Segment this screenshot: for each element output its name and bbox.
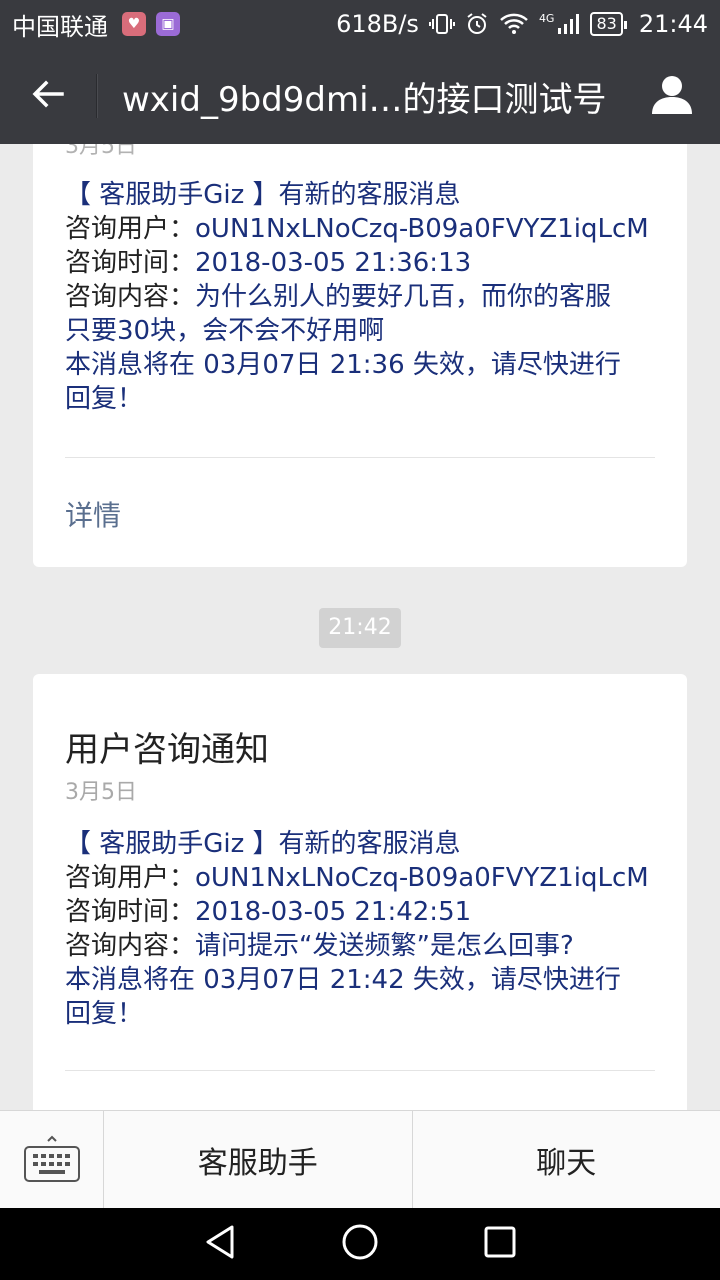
detail-link[interactable]: 详情 (65, 494, 121, 534)
battery-indicator: 83 (590, 12, 628, 36)
content-row: 咨询内容：为什么别人的要好几百，而你的客服 (65, 280, 665, 314)
message-headline: 【 客服助手Giz 】有新的客服消息 (65, 829, 461, 859)
template-message-card[interactable]: 用户咨询通知 3月5日 【 客服助手Giz 】有新的客服消息 咨询用户：oUN1… (33, 674, 687, 1110)
nav-recent-button[interactable] (470, 1214, 530, 1274)
time-value: 2018-03-05 21:42:51 (195, 897, 472, 927)
nav-back-button[interactable] (190, 1214, 250, 1274)
chat-title: wxid_9bd9dmi…的接口测试号 (122, 79, 607, 120)
nav-home-button[interactable] (330, 1214, 390, 1274)
time-label: 咨询时间： (65, 897, 196, 927)
template-message-card[interactable]: 3月5日 【 客服助手Giz 】有新的客服消息 咨询用户：oUN1NxLNoCz… (33, 144, 687, 567)
card-date: 3月5日 (65, 144, 137, 159)
user-value: oUN1NxLNoCzq-B09a0FVYZ1iqLcM (195, 214, 649, 244)
chat-header: wxid_9bd9dmi…的接口测试号 (0, 48, 720, 144)
time-row: 咨询时间：2018-03-05 21:36:13 (65, 246, 665, 280)
triangle-back-icon (202, 1224, 238, 1264)
network-type: 4G (538, 12, 555, 25)
vibrate-icon (428, 12, 455, 36)
square-recent-icon (483, 1225, 517, 1263)
expire-notice: 本消息将在 03月07日 21:42 失效，请尽快进行 (65, 965, 621, 995)
message-body: 【 客服助手Giz 】有新的客服消息 咨询用户：oUN1NxLNoCzq-B09… (65, 827, 665, 1031)
alarm-icon (465, 12, 489, 36)
content-value: 为什么别人的要好几百，而你的客服 (195, 282, 612, 312)
carrier-name: 中国联通 (12, 12, 108, 41)
signal-icon: 4G (539, 12, 581, 36)
back-button[interactable] (0, 48, 96, 144)
content-value: 请问提示“发送频繁”是怎么回事? (195, 931, 574, 961)
card-title: 用户咨询通知 (65, 730, 269, 770)
message-headline: 【 客服助手Giz 】有新的客服消息 (65, 180, 461, 210)
content-label: 咨询内容： (65, 931, 196, 961)
bottom-menu: 客服助手 聊天 (0, 1110, 720, 1209)
user-icon (650, 72, 694, 120)
message-body: 【 客服助手Giz 】有新的客服消息 咨询用户：oUN1NxLNoCzq-B09… (65, 178, 665, 416)
user-row: 咨询用户：oUN1NxLNoCzq-B09a0FVYZ1iqLcM (65, 861, 665, 895)
status-bar: 中国联通 ♥ ▣ 618B/s 4G 83 21:44 (0, 0, 720, 48)
gallery-app-icon: ▣ (156, 12, 180, 36)
menu-item-kefu-assistant[interactable]: 客服助手 (104, 1111, 412, 1208)
chat-timestamp: 21:42 (319, 608, 401, 648)
clock: 21:44 (638, 10, 708, 38)
expire-notice-cont: 回复！ (65, 999, 144, 1029)
user-value: oUN1NxLNoCzq-B09a0FVYZ1iqLcM (195, 863, 649, 893)
expire-notice-cont: 回复！ (65, 384, 144, 414)
circle-home-icon (341, 1223, 379, 1265)
health-app-icon: ♥ (122, 12, 146, 36)
user-label: 咨询用户： (65, 863, 196, 893)
net-speed: 618B/s (336, 10, 419, 38)
back-arrow-icon (30, 76, 66, 116)
menu-item-chat[interactable]: 聊天 (411, 1111, 720, 1208)
card-divider (65, 1070, 655, 1071)
user-label: 咨询用户： (65, 214, 196, 244)
content-value-cont: 只要30块，会不会不好用啊 (65, 316, 385, 346)
content-label: 咨询内容： (65, 282, 196, 312)
card-date: 3月5日 (65, 780, 137, 805)
profile-button[interactable] (624, 48, 720, 144)
time-row: 咨询时间：2018-03-05 21:42:51 (65, 895, 665, 929)
header-divider (96, 74, 98, 118)
content-row: 咨询内容：请问提示“发送频繁”是怎么回事? (65, 929, 665, 963)
time-value: 2018-03-05 21:36:13 (195, 248, 472, 278)
keyboard-icon (23, 1133, 80, 1187)
time-label: 咨询时间： (65, 248, 196, 278)
wifi-icon (499, 12, 529, 36)
card-divider (65, 457, 655, 458)
keyboard-toggle-button[interactable] (0, 1111, 104, 1209)
expire-notice: 本消息将在 03月07日 21:36 失效，请尽快进行 (65, 350, 621, 380)
message-list[interactable]: 3月5日 【 客服助手Giz 】有新的客服消息 咨询用户：oUN1NxLNoCz… (0, 144, 720, 1110)
user-row: 咨询用户：oUN1NxLNoCzq-B09a0FVYZ1iqLcM (65, 212, 665, 246)
system-nav-bar (0, 1208, 720, 1280)
